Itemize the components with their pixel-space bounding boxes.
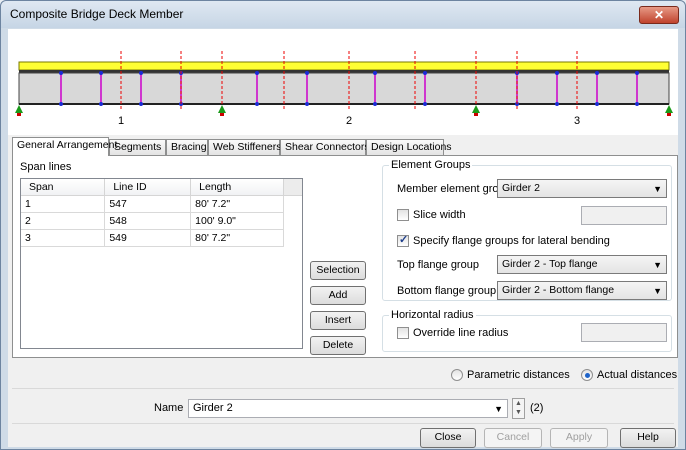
- general-arrangement-panel: Span lines Span Line ID Length 1 547 80'…: [12, 155, 678, 358]
- spin-up-icon[interactable]: ▲: [513, 399, 524, 408]
- delete-button[interactable]: Delete: [310, 336, 366, 355]
- member-group-select[interactable]: Girder 2 ▼: [497, 179, 667, 198]
- element-groups-box: Element Groups Member element group Gird…: [382, 159, 672, 301]
- member-group-value: Girder 2: [502, 182, 540, 194]
- grid-header-filler: [284, 179, 302, 196]
- element-groups-title: Element Groups: [389, 159, 473, 171]
- close-button[interactable]: Close: [420, 428, 476, 448]
- column-header-span[interactable]: Span: [21, 179, 106, 196]
- window-title: Composite Bridge Deck Member: [10, 7, 184, 21]
- name-spinner[interactable]: ▲ ▼: [512, 398, 525, 419]
- cell-length[interactable]: 80' 7.2": [190, 195, 284, 213]
- parametric-distances-label: Parametric distances: [467, 369, 570, 381]
- table-row[interactable]: 3 549 80' 7.2": [21, 229, 284, 247]
- cell-line-id[interactable]: 549: [104, 229, 192, 247]
- tab-bracing[interactable]: Bracing: [166, 139, 208, 155]
- span-lines-grid[interactable]: Span Line ID Length 1 547 80' 7.2" 2 548…: [20, 178, 303, 349]
- help-button[interactable]: Help: [620, 428, 676, 448]
- override-radius-label: Override line radius: [413, 327, 509, 339]
- bridge-elevation-drawing: 1 2 3: [15, 51, 673, 127]
- tab-shear-connectors[interactable]: Shear Connectors: [280, 139, 370, 155]
- slice-width-label: Slice width: [413, 209, 466, 221]
- table-row[interactable]: 2 548 100' 9.0": [21, 212, 284, 230]
- slice-width-checkbox[interactable]: [397, 209, 409, 221]
- cell-span[interactable]: 2: [21, 212, 106, 230]
- span-lines-label: Span lines: [20, 161, 72, 173]
- name-label: Name: [154, 402, 184, 414]
- cell-length[interactable]: 100' 9.0": [190, 212, 284, 230]
- flange-groups-label: Specify flange groups for lateral bendin…: [413, 235, 610, 247]
- slice-width-input[interactable]: [581, 206, 667, 225]
- tab-design-locations[interactable]: Design Locations: [366, 139, 452, 155]
- top-flange-label: Top flange group: [397, 259, 479, 271]
- cell-span[interactable]: 1: [21, 195, 106, 213]
- horizontal-radius-title: Horizontal radius: [389, 309, 476, 321]
- actual-distances-radio[interactable]: [581, 369, 593, 381]
- column-header-line-id[interactable]: Line ID: [104, 179, 192, 196]
- override-radius-checkbox[interactable]: [397, 327, 409, 339]
- bridge-diagram: 1 2 3: [8, 29, 678, 135]
- cell-line-id[interactable]: 548: [104, 212, 192, 230]
- spin-down-icon[interactable]: ▼: [513, 408, 524, 417]
- table-row[interactable]: 1 547 80' 7.2": [21, 195, 284, 213]
- tab-web-stiffeners[interactable]: Web Stiffeners: [208, 139, 281, 155]
- apply-button[interactable]: Apply: [550, 428, 608, 448]
- span-label-2: 2: [346, 115, 352, 127]
- dialog-client: 1 2 3 General Arrangement Segments Braci…: [8, 29, 678, 448]
- bottom-flange-label: Bottom flange group: [397, 285, 497, 297]
- chevron-down-icon: ▼: [653, 260, 662, 270]
- add-button[interactable]: Add: [310, 286, 366, 305]
- tab-segments[interactable]: Segments: [109, 139, 166, 155]
- title-bar[interactable]: Composite Bridge Deck Member ✕: [1, 1, 685, 28]
- name-count: (2): [530, 402, 544, 414]
- span-label-1: 1: [118, 115, 124, 127]
- chevron-down-icon: ▼: [494, 404, 503, 414]
- name-value: Girder 2: [193, 402, 233, 414]
- top-flange-value: Girder 2 - Top flange: [502, 258, 598, 270]
- member-group-label: Member element group: [397, 183, 511, 195]
- column-header-length[interactable]: Length: [190, 179, 284, 196]
- close-icon[interactable]: ✕: [639, 6, 679, 24]
- parametric-distances-radio[interactable]: [451, 369, 463, 381]
- name-combo[interactable]: Girder 2 ▼: [188, 399, 508, 418]
- cell-line-id[interactable]: 547: [104, 195, 192, 213]
- tab-general-arrangement[interactable]: General Arrangement: [12, 137, 117, 156]
- cell-length[interactable]: 80' 7.2": [190, 229, 284, 247]
- radius-input[interactable]: [581, 323, 667, 342]
- bottom-flange-value: Girder 2 - Bottom flange: [502, 284, 615, 296]
- bottom-flange-select[interactable]: Girder 2 - Bottom flange ▼: [497, 281, 667, 300]
- actual-distances-label: Actual distances: [597, 369, 678, 381]
- insert-button[interactable]: Insert: [310, 311, 366, 330]
- cell-span[interactable]: 3: [21, 229, 106, 247]
- deck-slab: [18, 61, 670, 71]
- girder-web: [18, 72, 670, 105]
- span-lines-table: Span Line ID Length 1 547 80' 7.2" 2 548…: [21, 179, 284, 247]
- span-label-3: 3: [574, 115, 580, 127]
- top-flange-select[interactable]: Girder 2 - Top flange ▼: [497, 255, 667, 274]
- horizontal-radius-box: Horizontal radius Override line radius: [382, 309, 672, 352]
- dialog-window: Composite Bridge Deck Member ✕ 1 2 3 Gen…: [0, 0, 686, 450]
- chevron-down-icon: ▼: [653, 286, 662, 296]
- chevron-down-icon: ▼: [653, 184, 662, 194]
- flange-groups-checkbox[interactable]: [397, 233, 409, 247]
- cancel-button[interactable]: Cancel: [484, 428, 542, 448]
- selection-button[interactable]: Selection: [310, 261, 366, 280]
